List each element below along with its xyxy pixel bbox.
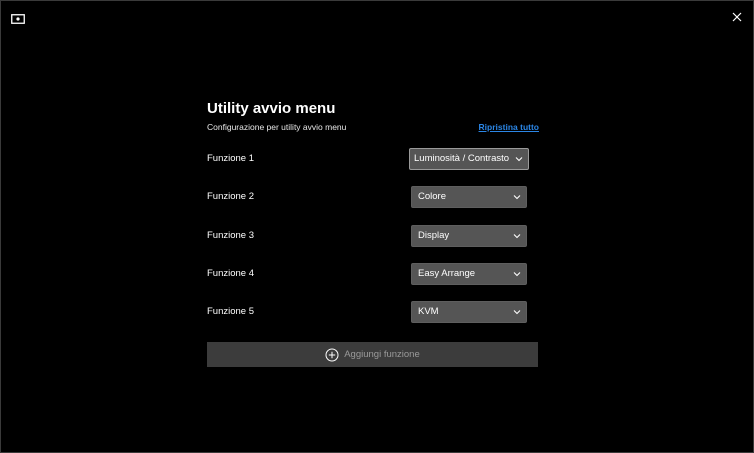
chevron-down-icon <box>513 310 521 315</box>
function-2-dropdown[interactable]: Colore <box>411 186 527 208</box>
close-icon <box>732 12 742 22</box>
dropdown-value: Display <box>418 230 450 241</box>
function-5-dropdown[interactable]: KVM <box>411 301 527 323</box>
dropdown-value: KVM <box>418 306 439 317</box>
function-3-dropdown[interactable]: Display <box>411 225 527 247</box>
function-label: Funzione 5 <box>207 306 255 317</box>
app-window: Utility avvio menu Configurazione per ut… <box>0 0 754 453</box>
function-row-4: Funzione 4 Easy Arrange <box>207 263 539 285</box>
chevron-down-icon <box>513 272 521 277</box>
chevron-down-icon <box>515 157 523 162</box>
chevron-down-icon <box>513 234 521 239</box>
function-row-5: Funzione 5 KVM <box>207 301 539 323</box>
subtitle-row: Configurazione per utility avvio menu Ri… <box>207 119 539 135</box>
function-label: Funzione 3 <box>207 230 255 241</box>
add-function-label: Aggiungi funzione <box>344 349 420 360</box>
close-button[interactable] <box>727 7 747 27</box>
dropdown-value: Colore <box>418 191 446 202</box>
page-subtitle: Configurazione per utility avvio menu <box>207 122 347 132</box>
function-label: Funzione 4 <box>207 268 255 279</box>
page-title: Utility avvio menu <box>207 100 336 117</box>
function-4-dropdown[interactable]: Easy Arrange <box>411 263 527 285</box>
function-label: Funzione 2 <box>207 191 255 202</box>
function-1-dropdown[interactable]: Luminosità / Contrasto <box>409 148 529 170</box>
dropdown-value: Luminosità / Contrasto <box>414 153 510 164</box>
add-function-button[interactable]: Aggiungi funzione <box>207 342 538 367</box>
function-row-3: Funzione 3 Display <box>207 225 539 247</box>
monitor-icon <box>11 11 25 24</box>
function-row-2: Funzione 2 Colore <box>207 186 539 208</box>
plus-circle-icon <box>325 348 339 361</box>
function-label: Funzione 1 <box>207 153 255 164</box>
reset-all-link[interactable]: Ripristina tutto <box>479 119 539 135</box>
menu-launcher-panel: Utility avvio menu Configurazione per ut… <box>207 99 539 367</box>
dropdown-value: Easy Arrange <box>418 268 476 279</box>
function-row-1: Funzione 1 Luminosità / Contrasto <box>207 148 539 170</box>
chevron-down-icon <box>513 195 521 200</box>
